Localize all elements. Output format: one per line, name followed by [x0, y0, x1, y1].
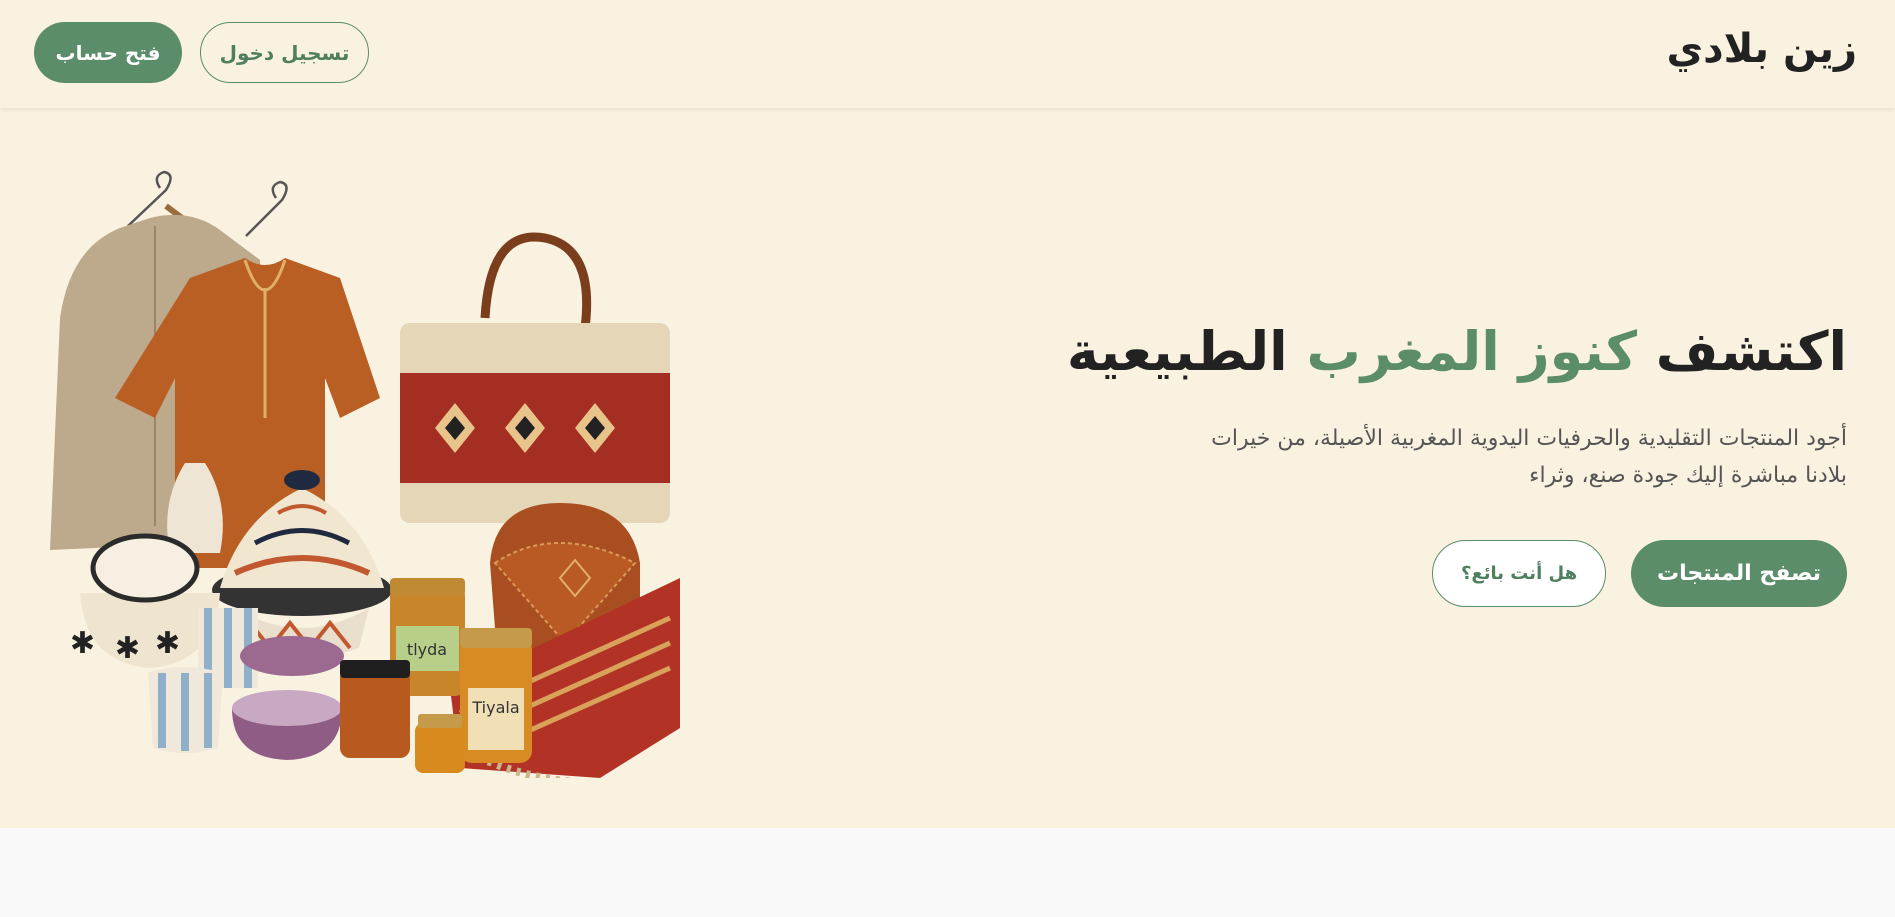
hero-section: اكتشف كنوز المغرب الطبيعية أجود المنتجات… — [0, 108, 1895, 828]
hero-description: أجود المنتجات التقليدية والحرفيات اليدوي… — [1211, 426, 1847, 488]
jar-label-text: Tiyala — [471, 698, 519, 717]
signup-button[interactable]: فتح حساب — [34, 22, 182, 83]
jar-label-text: tlyda — [407, 640, 447, 659]
hero-title-end: الطبيعية — [1066, 320, 1307, 383]
spice-jar — [340, 668, 410, 758]
bowl — [90, 533, 200, 603]
hero-title-start: اكتشف — [1636, 320, 1847, 383]
page-below-fold — [0, 828, 1895, 917]
are-you-seller-button[interactable]: هل أنت بائع؟ — [1432, 540, 1606, 607]
top-navbar: زين بلادي تسجيل دخول فتح حساب — [0, 0, 1895, 108]
small-honey-jar — [415, 723, 465, 773]
hero-title-accent: كنوز المغرب — [1306, 320, 1637, 383]
login-button[interactable]: تسجيل دخول — [200, 22, 369, 83]
svg-text:✱: ✱ — [70, 626, 95, 661]
moroccan-products-image: ✱ ✱ ✱ tlyda Tiyala — [50, 170, 680, 778]
hero-title: اكتشف كنوز المغرب الطبيعية — [1067, 320, 1847, 383]
svg-text:✱: ✱ — [155, 626, 180, 661]
browse-products-button[interactable]: تصفح المنتجات — [1631, 540, 1847, 607]
site-logo[interactable]: زين بلادي — [1666, 26, 1857, 72]
tote-handle — [480, 232, 592, 329]
svg-text:✱: ✱ — [115, 631, 140, 666]
purple-bowl — [240, 636, 344, 676]
hanger-icon — [245, 180, 288, 237]
